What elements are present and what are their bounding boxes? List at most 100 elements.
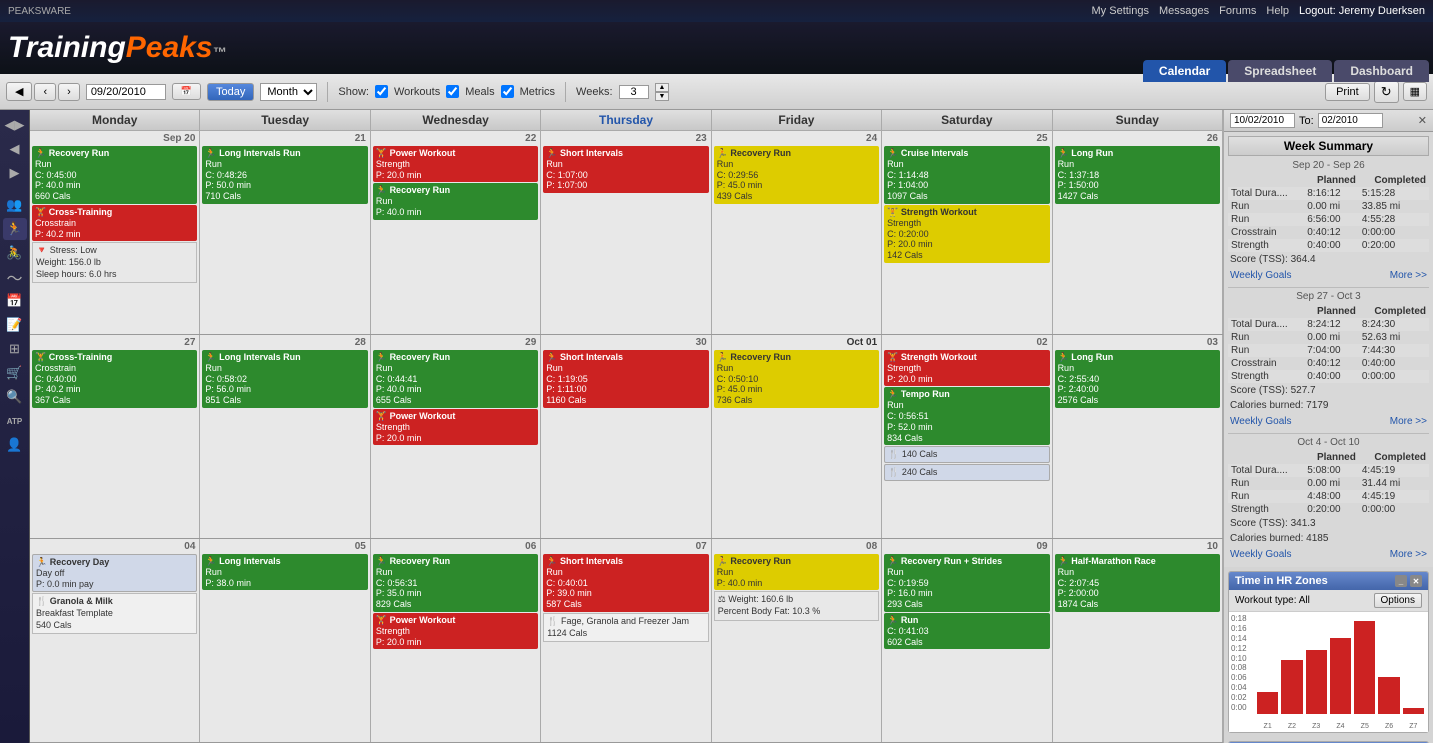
cell-oct01: Oct 01 🏃 Recovery RunRunC: 0:50:10P: 45.… bbox=[712, 335, 882, 538]
workouts-check[interactable] bbox=[375, 85, 388, 98]
refresh-btn[interactable]: ↻ bbox=[1374, 81, 1399, 103]
collapse-icon[interactable]: ◀▶ bbox=[3, 114, 27, 136]
hr-options-btn[interactable]: Options bbox=[1374, 593, 1422, 608]
nav-forward-small-btn[interactable]: › bbox=[58, 83, 80, 101]
my-settings-link[interactable]: My Settings bbox=[1092, 5, 1149, 17]
workout-strength-2[interactable]: 🏋 Strength WorkoutStrengthP: 20.0 min bbox=[884, 350, 1049, 386]
workout-recovery-run-3[interactable]: 🏃 Recovery RunRunC: 0:29:56P: 45.0 min43… bbox=[714, 146, 879, 204]
workout-recovery-run-6[interactable]: 🏃 Recovery RunRunC: 0:56:31P: 35.0 min82… bbox=[373, 554, 538, 612]
calendar-area: Monday Tuesday Wednesday Thursday Friday… bbox=[30, 110, 1223, 743]
workout-recovery-run-5[interactable]: 🏃 Recovery RunRunC: 0:50:10P: 45.0 min73… bbox=[714, 350, 879, 408]
date-sep21: 21 bbox=[201, 132, 368, 145]
run-icon[interactable]: 🏃 bbox=[3, 218, 27, 240]
workout-power-2[interactable]: 🏋 Power WorkoutStrengthP: 20.0 min bbox=[373, 409, 538, 445]
workout-long-intervals-2[interactable]: 🏃 Long Intervals RunRunC: 0:58:02P: 56.0… bbox=[202, 350, 367, 408]
workout-short-intervals-1[interactable]: 🏃 Short IntervalsRunC: 1:07:00P: 1:07:00 bbox=[543, 146, 708, 193]
chart-btn[interactable]: ▦ bbox=[1403, 82, 1427, 101]
users-icon[interactable]: 👥 bbox=[3, 194, 27, 216]
meal-140cals[interactable]: 🍴 140 Cals bbox=[884, 446, 1049, 463]
from-date-input[interactable] bbox=[1230, 113, 1295, 128]
workout-long-run-2[interactable]: 🏃 Long RunRunC: 2:55:40P: 2:40:002576 Ca… bbox=[1055, 350, 1220, 408]
ws-more-link-2[interactable]: More >> bbox=[1390, 416, 1427, 427]
workout-short-intervals-2[interactable]: 🏃 Short IntervalsRunC: 1:19:05P: 1:11:00… bbox=[543, 350, 708, 408]
calendar-grid: Sep 20 🏃 Recovery RunRunC: 0:45:00P: 40.… bbox=[30, 131, 1223, 743]
search-icon[interactable]: 🔍 bbox=[3, 386, 27, 408]
workout-recovery-day[interactable]: 🏃 Recovery DayDay offP: 0.0 min pay bbox=[32, 554, 197, 592]
nav-back-small-btn[interactable]: ‹ bbox=[34, 83, 56, 101]
calendar-icon-btn[interactable]: 📅 bbox=[172, 83, 201, 100]
tab-spreadsheet[interactable]: Spreadsheet bbox=[1228, 60, 1332, 82]
swim-icon[interactable]: 〜 bbox=[3, 266, 27, 288]
weeks-down-btn[interactable]: ▼ bbox=[655, 92, 670, 101]
metrics-label: Metrics bbox=[520, 86, 555, 98]
workout-recovery-run-7[interactable]: 🏃 Recovery RunRunP: 40.0 min bbox=[714, 554, 879, 590]
ws-more-link-3[interactable]: More >> bbox=[1390, 549, 1427, 560]
chart-bars-area bbox=[1257, 616, 1424, 714]
workout-cruise-intervals[interactable]: 🏃 Cruise IntervalsRunC: 1:14:48P: 1:04:0… bbox=[884, 146, 1049, 204]
meals-check[interactable] bbox=[446, 85, 459, 98]
atp-icon[interactable]: ATP bbox=[3, 410, 27, 432]
workout-crosstrain-2[interactable]: 🏋 Cross-TrainingCrosstrainC: 0:40:00P: 4… bbox=[32, 350, 197, 408]
view-select[interactable]: Month bbox=[260, 83, 317, 101]
tab-calendar[interactable]: Calendar bbox=[1143, 60, 1226, 82]
workout-power-1[interactable]: 🏋 Power WorkoutStrengthP: 20.0 min bbox=[373, 146, 538, 182]
shop-icon[interactable]: 🛒 bbox=[3, 362, 27, 384]
calendar-icon[interactable]: 📅 bbox=[3, 290, 27, 312]
weeks-input[interactable] bbox=[619, 85, 649, 99]
workout-half-marathon[interactable]: 🏃 Half-Marathon RaceRunC: 2:07:45P: 2:00… bbox=[1055, 554, 1220, 612]
bike-icon[interactable]: 🚴 bbox=[3, 242, 27, 264]
workout-recovery-run-1[interactable]: 🏃 Recovery RunRunC: 0:45:00P: 40.0 min66… bbox=[32, 146, 197, 204]
forums-link[interactable]: Forums bbox=[1219, 5, 1256, 17]
ws-goals-link-3[interactable]: Weekly Goals bbox=[1230, 549, 1292, 560]
weeks-up-btn[interactable]: ▲ bbox=[655, 83, 670, 92]
meal-240cals[interactable]: 🍴 240 Cals bbox=[884, 464, 1049, 481]
ws-goals-link-2[interactable]: Weekly Goals bbox=[1230, 416, 1292, 427]
nav-back-btn[interactable]: ◀ bbox=[6, 82, 32, 101]
ws-more-link-1[interactable]: More >> bbox=[1390, 270, 1427, 281]
workout-recovery-strides[interactable]: 🏃 Recovery Run + StridesRunC: 0:19:59P: … bbox=[884, 554, 1049, 612]
ws-goals-link-1[interactable]: Weekly Goals bbox=[1230, 270, 1292, 281]
grid-icon[interactable]: ⊞ bbox=[3, 338, 27, 360]
run-icon-10: 🏃 bbox=[546, 352, 560, 362]
table-row: Run 0.00 mi 33.85 mi bbox=[1228, 200, 1429, 213]
today-btn[interactable]: Today bbox=[207, 83, 254, 101]
username-label: Jeremy Duerksen bbox=[1339, 5, 1425, 17]
tab-dashboard[interactable]: Dashboard bbox=[1334, 60, 1429, 82]
workouts-label: Workouts bbox=[394, 86, 440, 98]
note-icon[interactable]: 📝 bbox=[3, 314, 27, 336]
run-icon-8: 🏃 bbox=[205, 352, 219, 362]
workout-power-3[interactable]: 🏋 Power WorkoutStrengthP: 20.0 min bbox=[373, 613, 538, 649]
workout-run-1[interactable]: 🏃 RunC: 0:41:03602 Cals bbox=[884, 613, 1049, 649]
workout-short-intervals-3[interactable]: 🏃 Short IntervalsRunC: 0:40:01P: 39.0 mi… bbox=[543, 554, 708, 612]
workout-long-intervals-1[interactable]: 🏃 Long Intervals RunRunC: 0:48:26P: 50.0… bbox=[202, 146, 367, 204]
ws-planned: 0.00 mi bbox=[1304, 200, 1359, 213]
meal-fage-granola[interactable]: 🍴 Fage, Granola and Freezer Jam1124 Cals bbox=[543, 613, 708, 642]
hr-close-btn[interactable]: ✕ bbox=[1410, 575, 1422, 587]
workout-crosstrain-1[interactable]: 🏋 Cross-TrainingCrosstrainP: 40.2 min bbox=[32, 205, 197, 241]
ws-th-2 bbox=[1228, 305, 1304, 318]
metrics-check[interactable] bbox=[501, 85, 514, 98]
workout-long-run-1[interactable]: 🏃 Long RunRunC: 1:37:18P: 1:50:001427 Ca… bbox=[1055, 146, 1220, 204]
cell-oct07: 07 🏃 Short IntervalsRunC: 0:40:01P: 39.0… bbox=[541, 539, 711, 742]
hr-chart: 0:18 0:16 0:14 0:12 0:10 0:08 0:06 0:04 … bbox=[1229, 612, 1428, 732]
meal-granola-template[interactable]: 🍴 Granola & MilkBreakfast Template540 Ca… bbox=[32, 593, 197, 634]
strength-icon-1: 🏋 bbox=[376, 148, 390, 158]
hr-zones-title: Time in HR Zones bbox=[1235, 575, 1328, 587]
sidebar-back-icon[interactable]: ◀ bbox=[3, 138, 27, 160]
sidebar-fwd-icon[interactable]: ▶ bbox=[3, 162, 27, 184]
workout-recovery-run-2[interactable]: 🏃 Recovery RunRunP: 40.0 min bbox=[373, 183, 538, 219]
date-oct10: 10 bbox=[1054, 540, 1221, 553]
workout-strength-1[interactable]: 🏋 Strength WorkoutStrengthC: 0:20:00P: 2… bbox=[884, 205, 1049, 263]
metrics-weight-2: ⚖ Weight: 160.6 lbPercent Body Fat: 10.3… bbox=[714, 591, 879, 620]
workout-long-intervals-3[interactable]: 🏃 Long IntervalsRunP: 38.0 min bbox=[202, 554, 367, 590]
date-field[interactable] bbox=[86, 84, 166, 100]
to-date-input[interactable] bbox=[1318, 113, 1383, 128]
workout-tempo-run[interactable]: 🏃 Tempo RunRunC: 0:56:51P: 52.0 min834 C… bbox=[884, 387, 1049, 445]
hr-minimize-btn[interactable]: _ bbox=[1395, 575, 1407, 587]
person-icon[interactable]: 👤 bbox=[3, 434, 27, 456]
help-link[interactable]: Help bbox=[1266, 5, 1289, 17]
workout-recovery-run-4[interactable]: 🏃 Recovery RunRunC: 0:44:41P: 40.0 min65… bbox=[373, 350, 538, 408]
messages-link[interactable]: Messages bbox=[1159, 5, 1209, 17]
close-btn[interactable]: ✕ bbox=[1418, 114, 1427, 127]
print-btn[interactable]: Print bbox=[1325, 83, 1370, 101]
